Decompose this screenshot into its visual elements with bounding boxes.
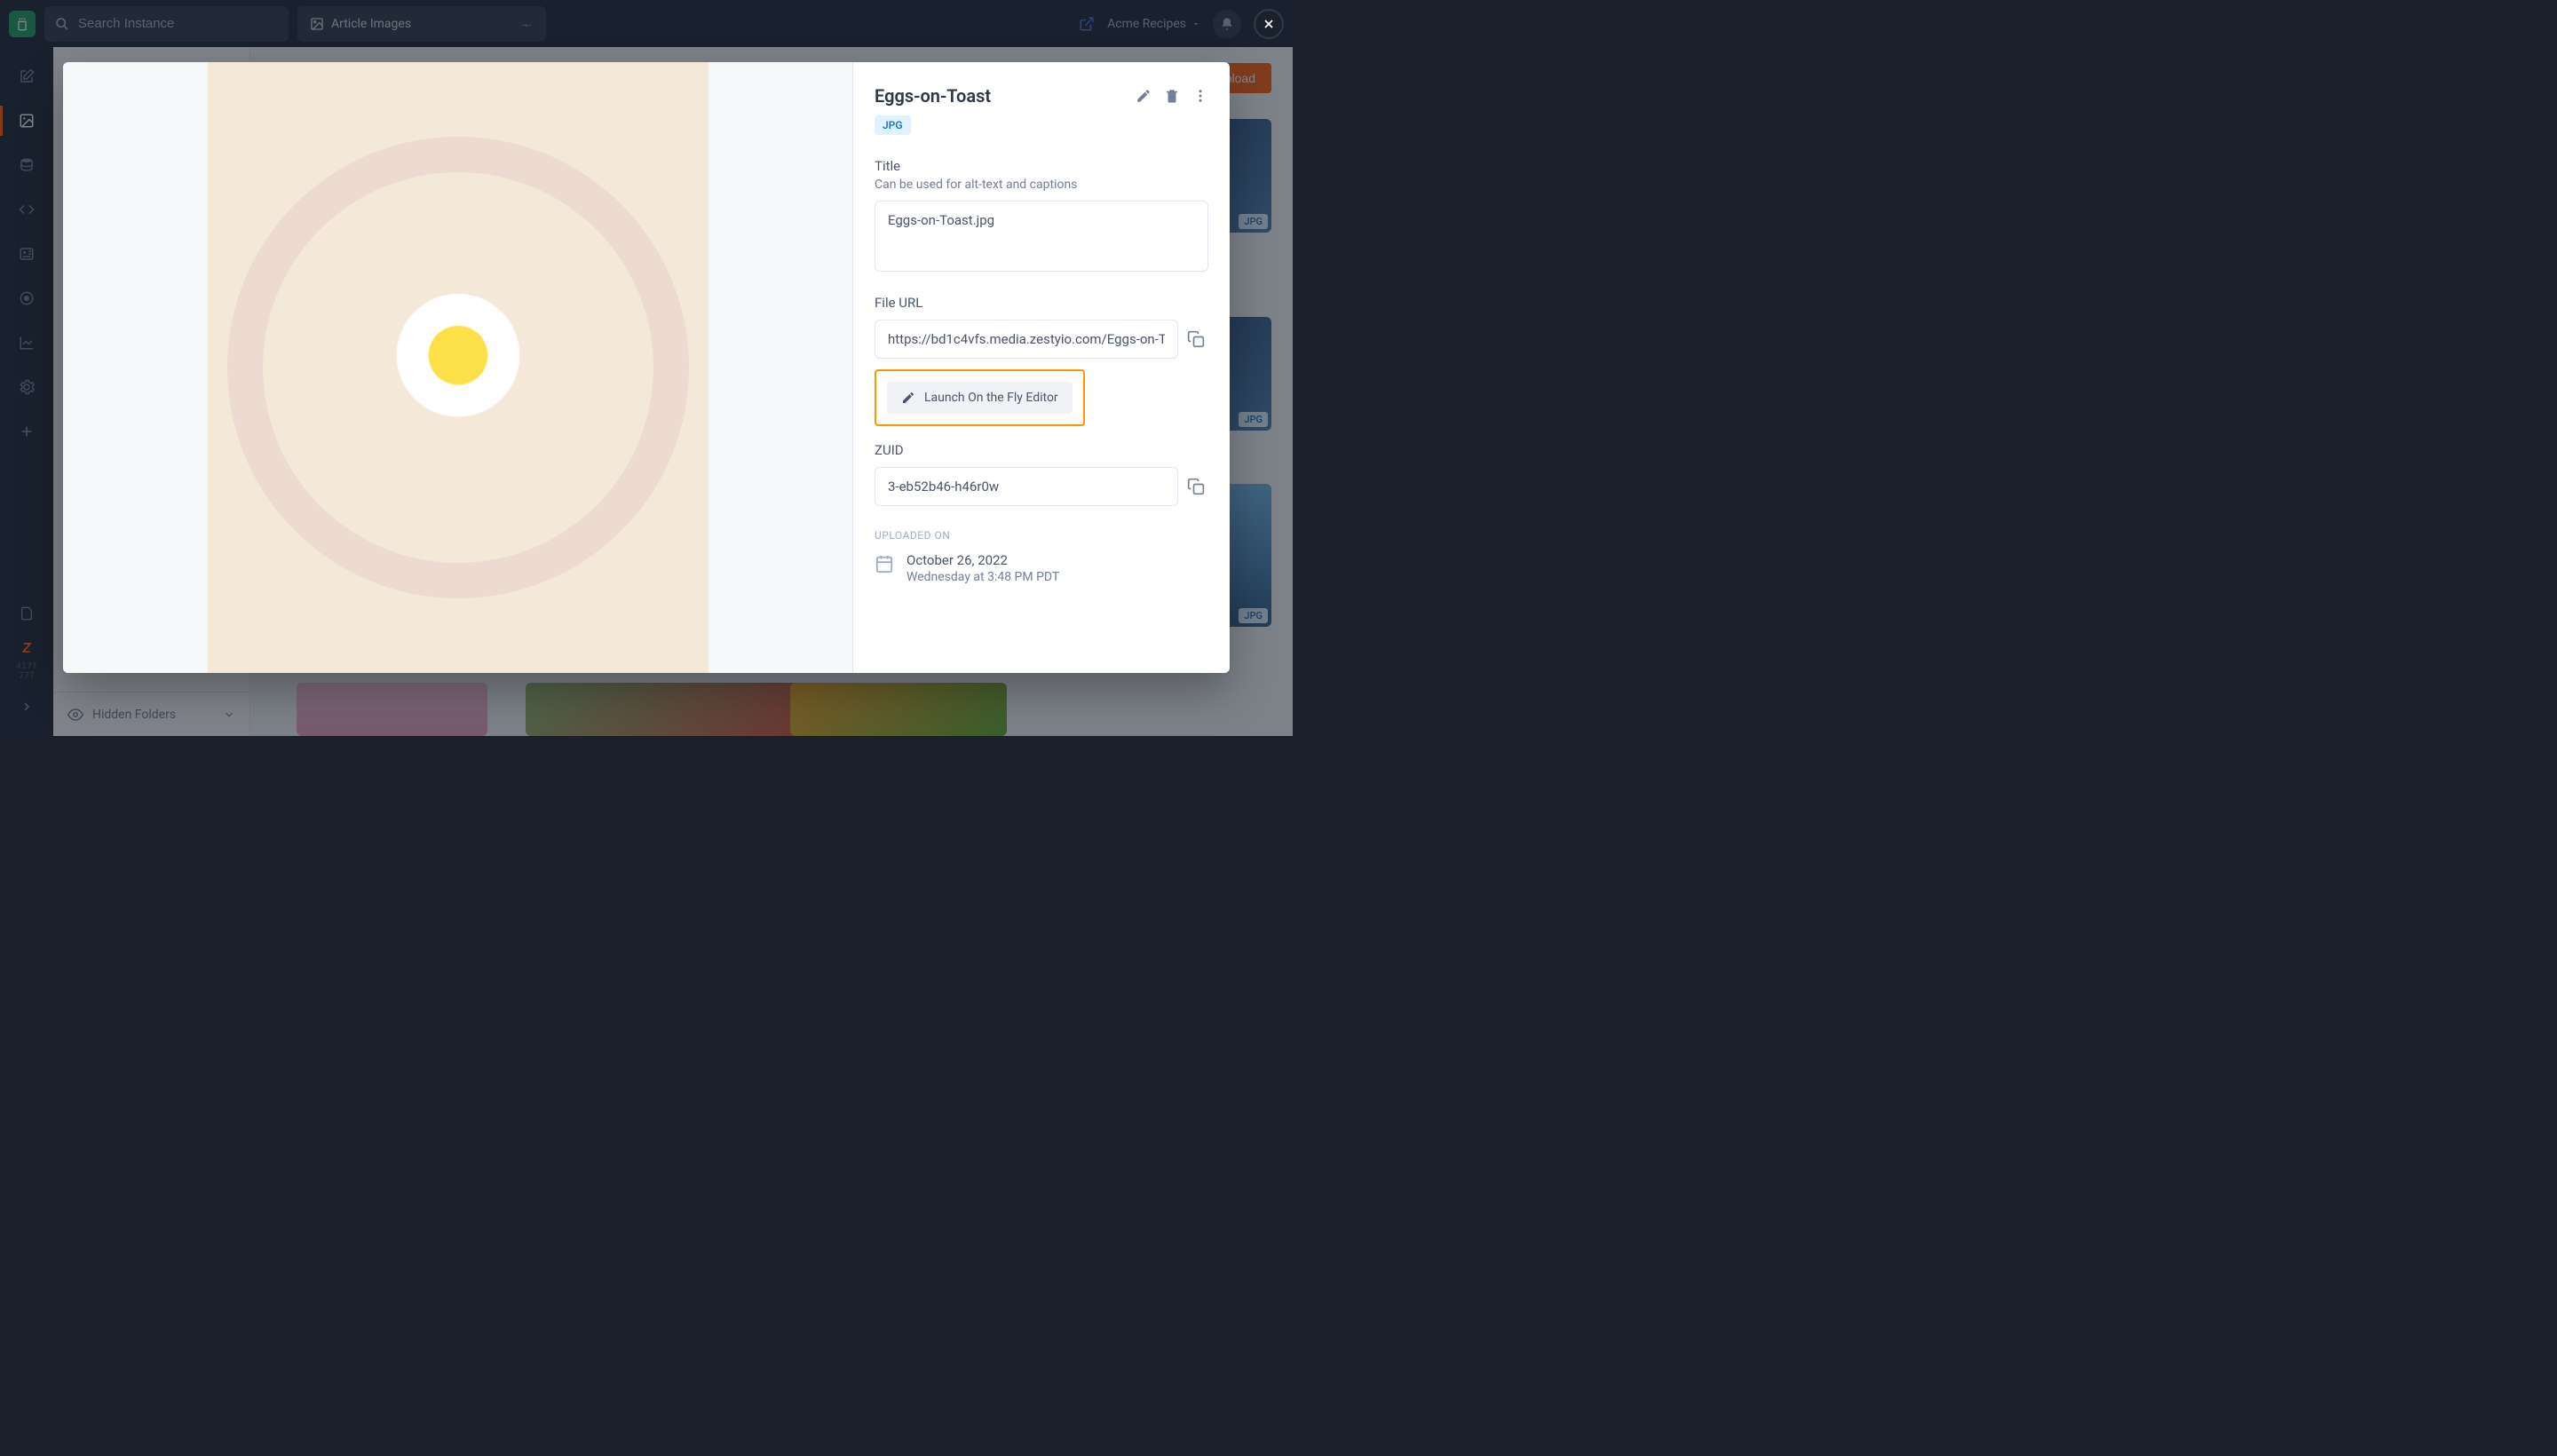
copy-icon	[1187, 330, 1205, 348]
url-field-label: File URL	[875, 295, 1208, 311]
pencil-icon	[1136, 88, 1152, 104]
copy-url-button[interactable]	[1180, 330, 1208, 348]
zuid-field-label: ZUID	[875, 442, 1208, 458]
more-vertical-icon	[1192, 88, 1208, 104]
title-field-help: Can be used for alt-text and captions	[875, 178, 1208, 192]
uploaded-time: Wednesday at 3:48 PM PDT	[906, 570, 1059, 584]
title-input[interactable]	[875, 201, 1208, 272]
copy-icon	[1187, 478, 1205, 495]
url-input[interactable]	[875, 320, 1178, 359]
close-icon	[1262, 17, 1276, 31]
uploaded-date: October 26, 2022	[906, 552, 1059, 568]
file-type-badge: JPG	[875, 115, 911, 135]
delete-button[interactable]	[1164, 88, 1180, 104]
preview-image	[208, 62, 709, 673]
copy-zuid-button[interactable]	[1180, 478, 1208, 495]
launch-editor-highlight: Launch On the Fly Editor	[875, 369, 1085, 426]
file-details-panel: Eggs-on-Toast JPG Title Can be used for …	[852, 62, 1230, 673]
zuid-input[interactable]	[875, 467, 1178, 506]
file-detail-modal: Eggs-on-Toast JPG Title Can be used for …	[63, 62, 1230, 673]
launch-otf-editor-button[interactable]: Launch On the Fly Editor	[887, 382, 1073, 414]
more-button[interactable]	[1192, 88, 1208, 104]
uploaded-on-label: UPLOADED ON	[875, 529, 1208, 542]
title-field-label: Title	[875, 158, 1208, 174]
pencil-icon	[901, 391, 915, 405]
file-title: Eggs-on-Toast	[875, 85, 991, 107]
trash-icon	[1164, 88, 1180, 104]
modal-close-button[interactable]	[1255, 11, 1282, 37]
calendar-icon	[875, 554, 894, 574]
rename-button[interactable]	[1136, 88, 1152, 104]
image-preview-pane	[63, 62, 852, 673]
